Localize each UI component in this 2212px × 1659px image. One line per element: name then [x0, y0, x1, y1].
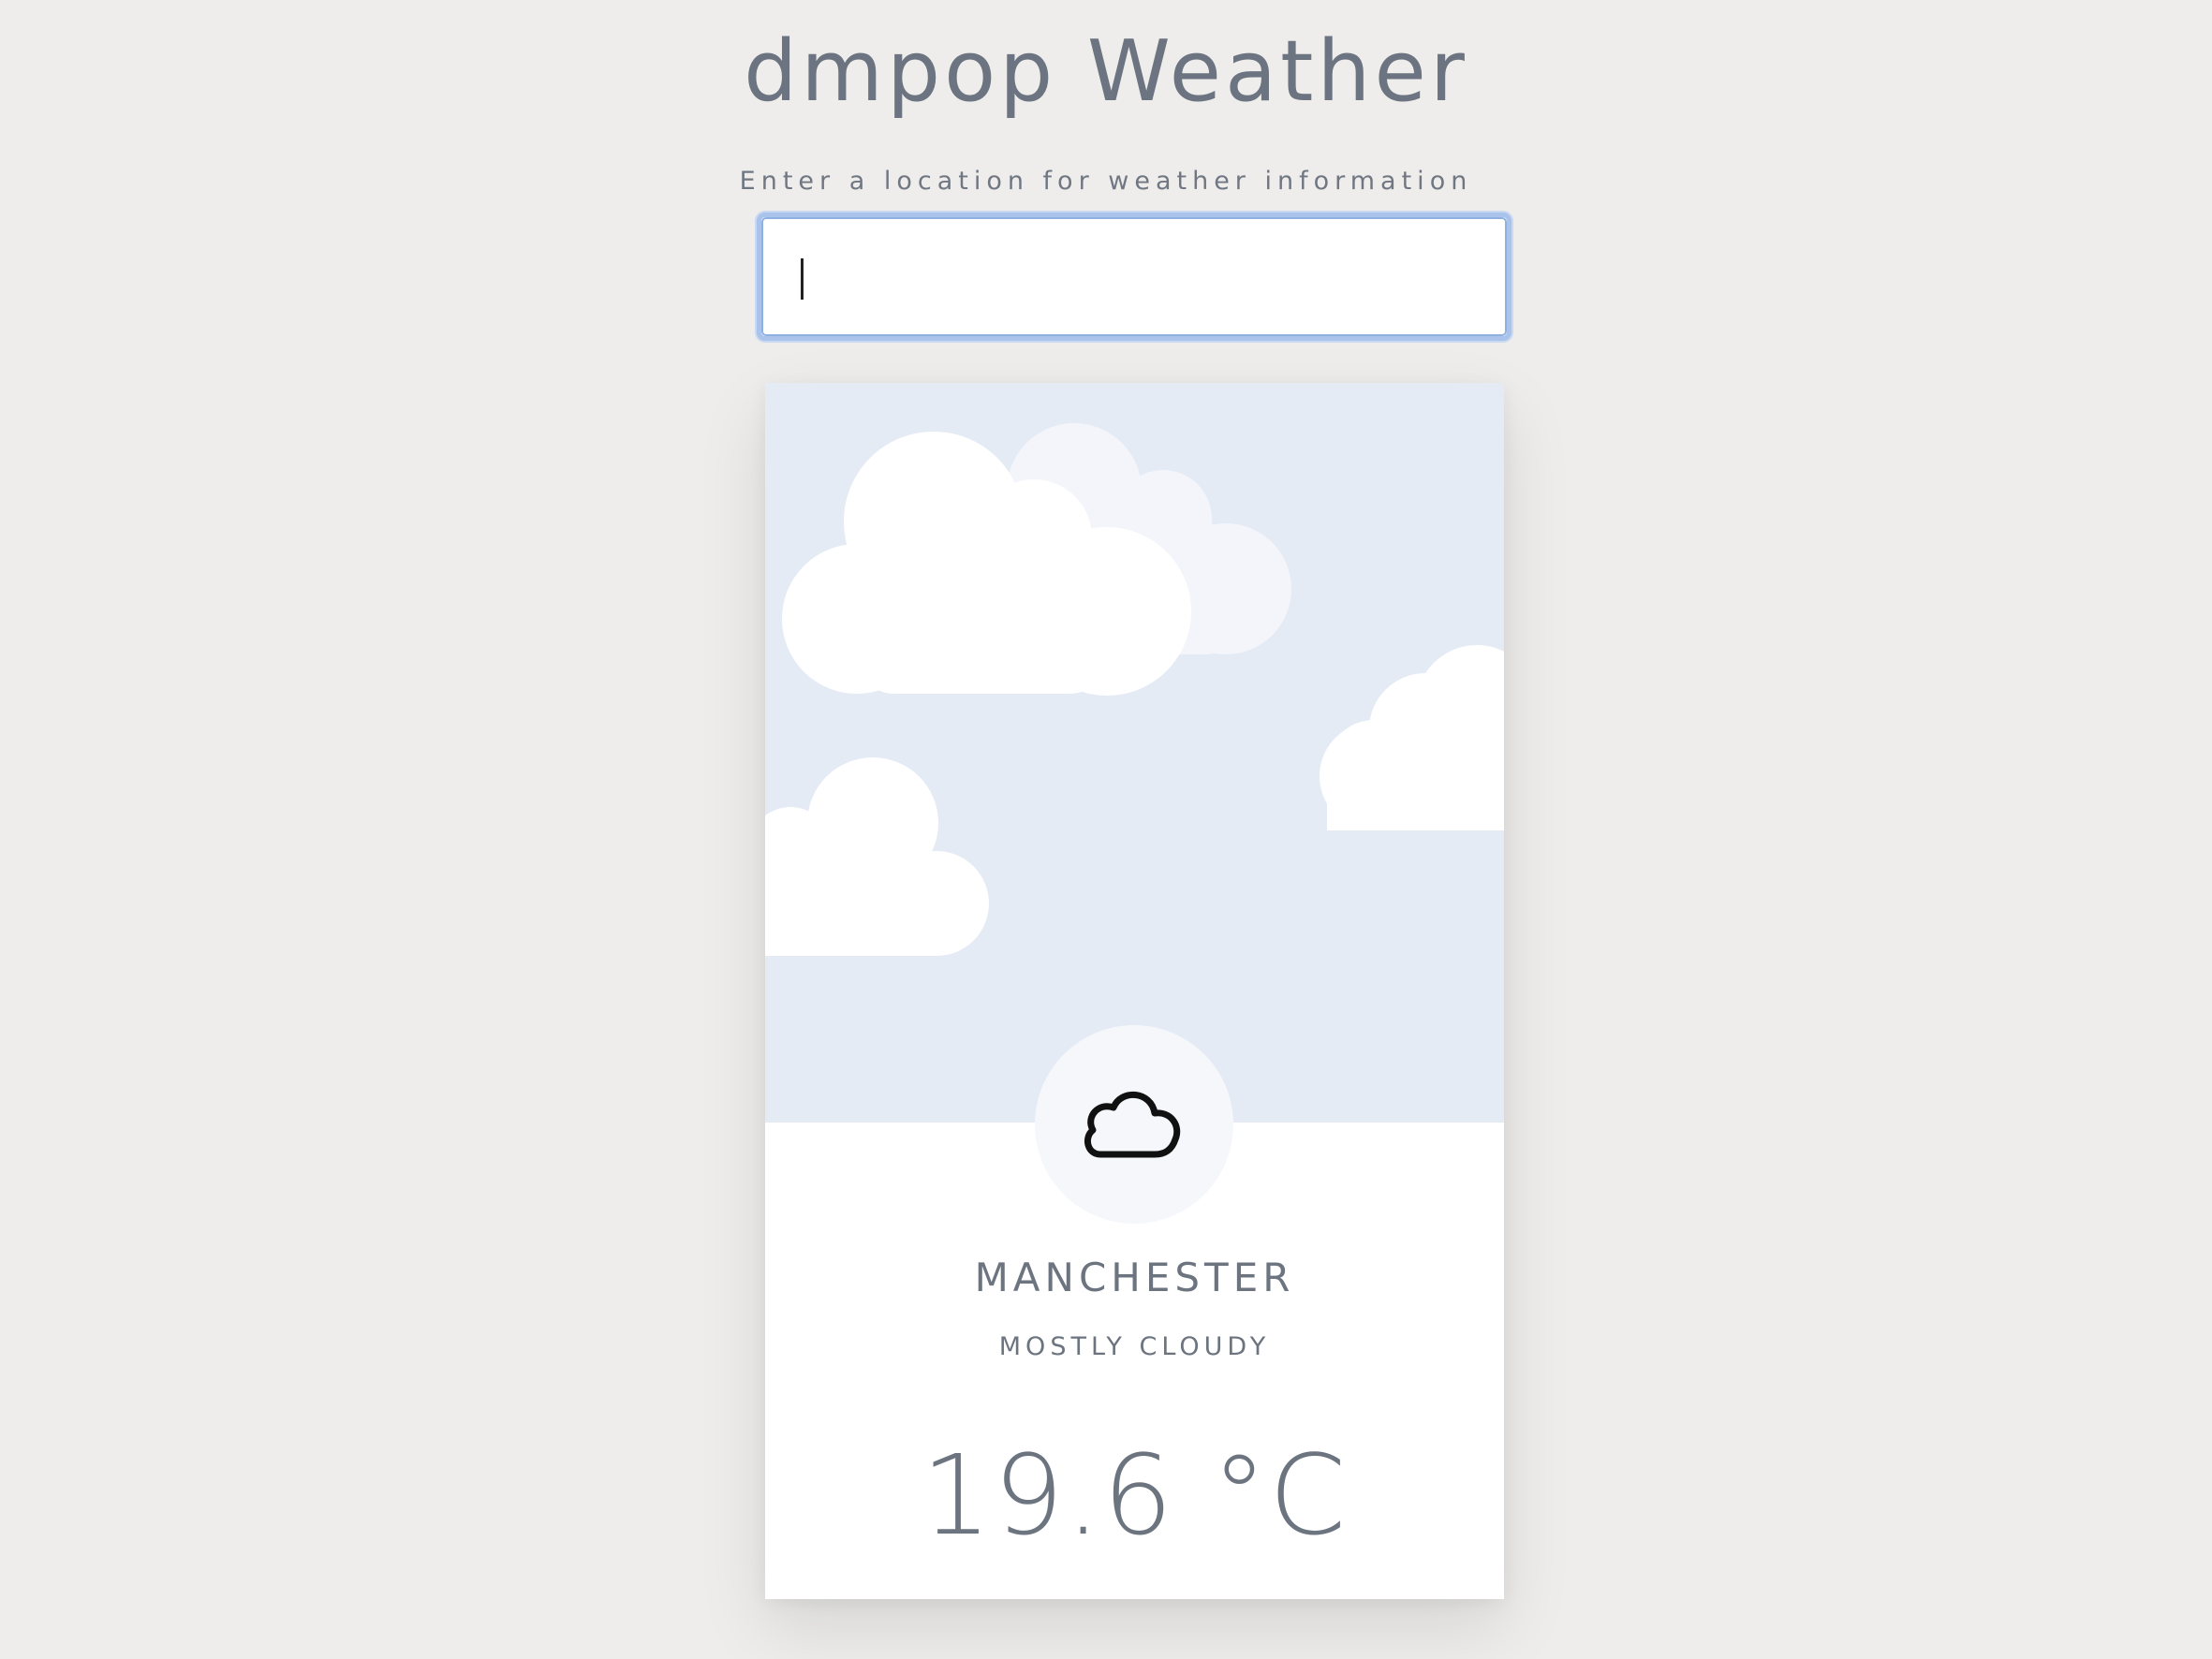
cloud-icon	[1084, 1091, 1181, 1158]
sky-illustration	[765, 383, 1504, 1123]
right-edge-cloud	[1320, 645, 1504, 830]
temperature-readout: 19.6 °C	[921, 1431, 1349, 1560]
location-search-input[interactable]	[761, 217, 1507, 336]
search-prompt: Enter a location for weather information	[739, 167, 1473, 196]
city-name: MANCHESTER	[974, 1255, 1295, 1300]
weather-icon-badge	[1035, 1025, 1233, 1224]
search-field[interactable]	[757, 213, 1512, 341]
clouds-illustration	[765, 423, 1504, 956]
app-title: dmpop Weather	[744, 22, 1468, 121]
weather-condition: MOSTLY CLOUDY	[998, 1332, 1271, 1361]
weather-card: MANCHESTER MOSTLY CLOUDY 19.6 °C	[765, 383, 1504, 1599]
left-edge-cloud	[765, 757, 989, 956]
text-caret	[801, 258, 804, 300]
